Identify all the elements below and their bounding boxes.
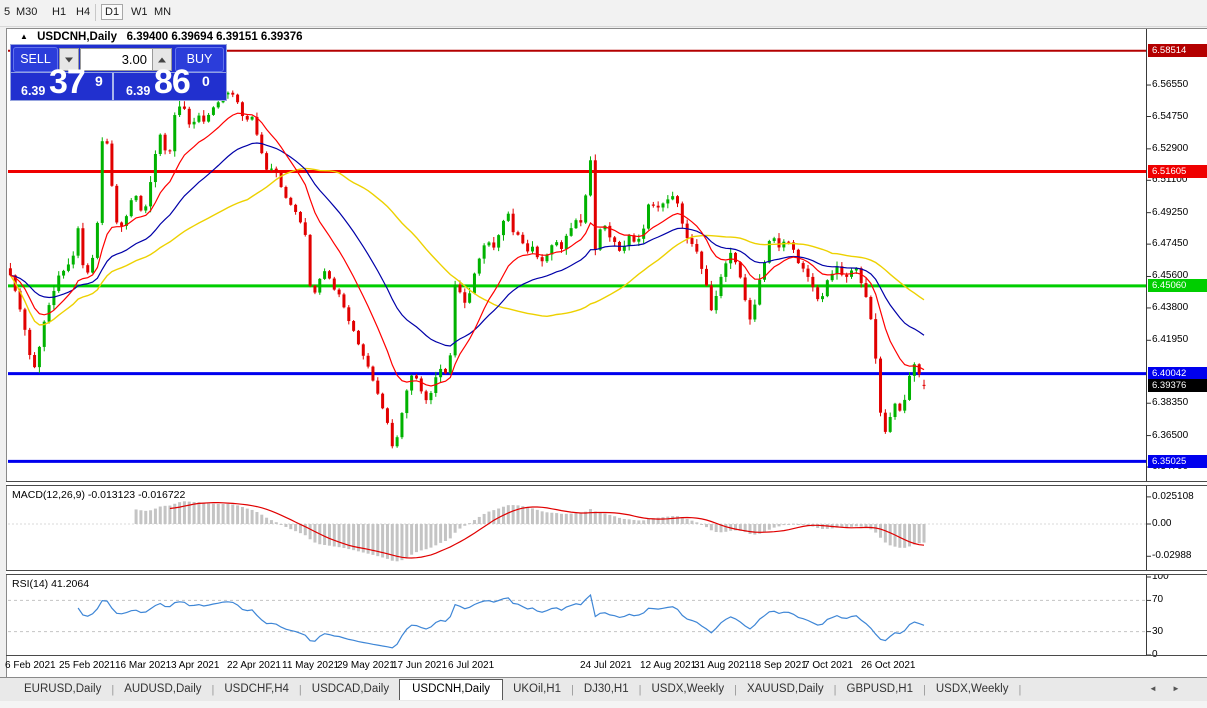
date-tick-label: 7 Oct 2021 xyxy=(804,660,853,671)
ask-price-box[interactable]: 6.39 86 0 xyxy=(114,63,226,101)
hline-price-label: 6.58514 xyxy=(1148,44,1207,58)
tab-usdcad-daily[interactable]: USDCAD,Daily xyxy=(302,680,399,699)
price-tick-label: 6.56550 xyxy=(1152,79,1189,91)
macd-tick-label: -0.02988 xyxy=(1152,550,1192,562)
tab-scroll-right-icon[interactable]: ► xyxy=(1172,684,1180,693)
indicator-line xyxy=(169,502,925,559)
price-tick-label: 6.49250 xyxy=(1152,206,1189,218)
date-tick-label: 12 Aug 2021 xyxy=(640,660,697,671)
date-tick-label: 3 Apr 2021 xyxy=(171,660,220,671)
bid-price-prefix: 6.39 xyxy=(21,84,46,98)
date-tick-label: 29 May 2021 xyxy=(337,660,395,671)
tab-usdchf-h4[interactable]: USDCHF,H4 xyxy=(214,680,299,699)
ask-price-prefix: 6.39 xyxy=(126,84,151,98)
tab-usdx-weekly-2[interactable]: USDX,Weekly xyxy=(926,680,1019,699)
macd-rsi-divider[interactable] xyxy=(6,570,1207,575)
bid-price-box[interactable]: 6.39 37 9 xyxy=(11,63,112,101)
tab-xauusd-daily[interactable]: XAUUSD,Daily xyxy=(737,680,834,699)
symbol-tabs: EURUSD,Daily | AUDUSD,Daily | USDCHF,H4 | U… xyxy=(14,678,1021,701)
rsi-tick-label: 70 xyxy=(1152,594,1164,606)
price-tick-label: 6.47450 xyxy=(1152,238,1189,250)
date-tick-label: 17 Jun 2021 xyxy=(392,660,448,671)
tab-scroll-left-icon[interactable]: ◄ xyxy=(1149,684,1157,693)
hline-price-label: 6.35025 xyxy=(1148,454,1207,468)
hline-price-label: 6.45060 xyxy=(1148,279,1207,293)
ask-price-sup: 0 xyxy=(202,73,210,89)
rsi-bottom-border xyxy=(6,655,1207,656)
ask-price-big: 86 xyxy=(154,63,191,101)
application-window: 5 M30 H1 H4 D1 W1 MN ▲ USDCNH,Daily 6.39… xyxy=(0,0,1207,708)
date-tick-label: 16 Mar 2021 xyxy=(115,660,172,671)
date-tick-label: 18 Sep 2021 xyxy=(750,660,807,671)
price-tick-label: 6.43800 xyxy=(1152,301,1189,313)
tab-usdx-weekly[interactable]: USDX,Weekly xyxy=(641,680,734,699)
bid-price-big: 37 xyxy=(49,63,86,101)
tab-ukoil-h1[interactable]: UKOil,H1 xyxy=(503,680,571,699)
macd-histogram xyxy=(134,501,926,562)
date-tick-label: 31 Aug 2021 xyxy=(694,660,751,671)
tab-audusd-daily[interactable]: AUDUSD,Daily xyxy=(114,680,211,699)
arrow-up-icon xyxy=(158,57,166,62)
date-tick-label: 6 Jul 2021 xyxy=(448,660,495,671)
indicator-line xyxy=(77,593,925,649)
date-tick-label: 11 May 2021 xyxy=(282,660,340,671)
rsi-tick-label: 30 xyxy=(1152,625,1164,637)
hline-price-label: 6.51605 xyxy=(1148,164,1207,178)
one-click-trade-panel: SELL 3.00 BUY 6.39 37 9 6.39 86 0 xyxy=(10,44,227,101)
indicator-line xyxy=(10,112,925,387)
tab-gbpusd-h1[interactable]: GBPUSD,H1 xyxy=(837,680,923,699)
price-tick-label: 6.41950 xyxy=(1152,334,1189,346)
date-tick-label: 24 Jul 2021 xyxy=(580,660,632,671)
macd-tick-label: 0.00 xyxy=(1152,518,1172,529)
rsi-indicator-label: RSI(14) 41.2064 xyxy=(12,578,90,590)
macd-tick-label: 0.025108 xyxy=(1152,490,1194,502)
arrow-down-icon xyxy=(65,57,73,62)
symbol-tab-bar: EURUSD,Daily | AUDUSD,Daily | USDCHF,H4 | U… xyxy=(0,677,1207,701)
date-tick-label: 22 Apr 2021 xyxy=(227,660,281,671)
macd-indicator-label: MACD(12,26,9) -0.013123 -0.016722 xyxy=(12,489,186,501)
date-tick-label: 26 Oct 2021 xyxy=(861,660,916,671)
tab-eurusd-daily[interactable]: EURUSD,Daily xyxy=(14,680,111,699)
indicator-line xyxy=(9,167,925,326)
current-price-label: 6.39376 xyxy=(1148,378,1207,392)
price-tick-label: 6.36500 xyxy=(1152,429,1189,441)
main-macd-divider[interactable] xyxy=(6,481,1207,486)
price-tick-label: 6.38350 xyxy=(1152,397,1189,409)
date-tick-label: 25 Feb 2021 xyxy=(59,660,116,671)
tab-dj30-h1[interactable]: DJ30,H1 xyxy=(574,680,639,699)
price-tick-label: 6.54750 xyxy=(1152,110,1189,122)
price-tick-label: 6.52900 xyxy=(1152,142,1189,154)
indicator-line xyxy=(10,142,925,347)
bid-price-sup: 9 xyxy=(95,73,103,89)
date-tick-label: 6 Feb 2021 xyxy=(5,660,56,671)
volume-input[interactable]: 3.00 xyxy=(80,48,153,71)
chart-canvas[interactable] xyxy=(0,0,1207,708)
candlestick-series xyxy=(8,90,926,449)
tab-usdcnh-daily-active[interactable]: USDCNH,Daily xyxy=(399,679,504,700)
